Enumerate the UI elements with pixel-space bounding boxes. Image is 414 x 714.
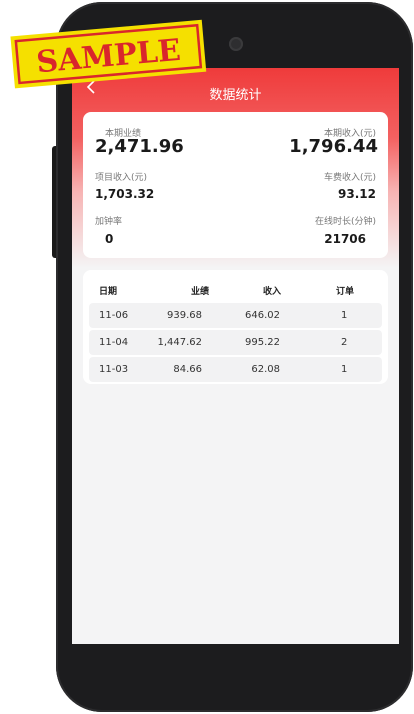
- row-income: 995.22: [245, 337, 280, 348]
- row-income: 646.02: [245, 310, 280, 321]
- row-performance: 939.68: [167, 310, 202, 321]
- overtime-rate-value: 0: [105, 232, 114, 246]
- online-duration-value: 21706: [324, 232, 366, 246]
- phone-bottom-bezel: [72, 652, 399, 702]
- stats-card: 本期业绩 2,471.96 本期收入(元) 1,796.44 项目收入(元) 1…: [83, 112, 388, 258]
- table-row: 11-06 939.68 646.02 1: [89, 303, 382, 328]
- table-row: 11-03 84.66 62.08 1: [89, 357, 382, 382]
- current-performance-value: 2,471.96: [95, 136, 184, 157]
- app-screen: 数据统计 本期业绩 2,471.96 本期收入(元) 1,796.44 项目收入…: [72, 68, 399, 644]
- column-header-date: 日期: [99, 287, 118, 297]
- row-date: 11-04: [99, 337, 129, 348]
- column-header-performance: 业绩: [191, 287, 210, 297]
- row-orders: 2: [341, 337, 348, 348]
- column-header-income: 收入: [263, 287, 282, 297]
- daily-stats-table: 日期 业绩 收入 订单 11-06 939.68 646.02 1 11-04 …: [83, 270, 388, 384]
- row-orders: 1: [341, 310, 348, 321]
- fare-income-label: 车费收入(元): [323, 173, 376, 183]
- current-income-value: 1,796.44: [289, 136, 378, 157]
- row-performance: 1,447.62: [157, 337, 202, 348]
- overtime-rate-label: 加钟率: [95, 217, 123, 227]
- row-performance: 84.66: [173, 364, 202, 375]
- sample-watermark: SAMPLE: [10, 19, 207, 89]
- row-income: 62.08: [251, 364, 280, 375]
- front-camera: [229, 37, 243, 51]
- project-income-value: 1,703.32: [95, 187, 155, 201]
- table-row: 11-04 1,447.62 995.22 2: [89, 330, 382, 355]
- column-header-orders: 订单: [336, 287, 355, 297]
- fare-income-value: 93.12: [338, 187, 376, 201]
- row-orders: 1: [341, 364, 348, 375]
- online-duration-label: 在线时长(分钟): [314, 217, 376, 227]
- project-income-label: 项目收入(元): [95, 173, 148, 183]
- row-date: 11-03: [99, 364, 129, 375]
- row-date: 11-06: [99, 310, 129, 321]
